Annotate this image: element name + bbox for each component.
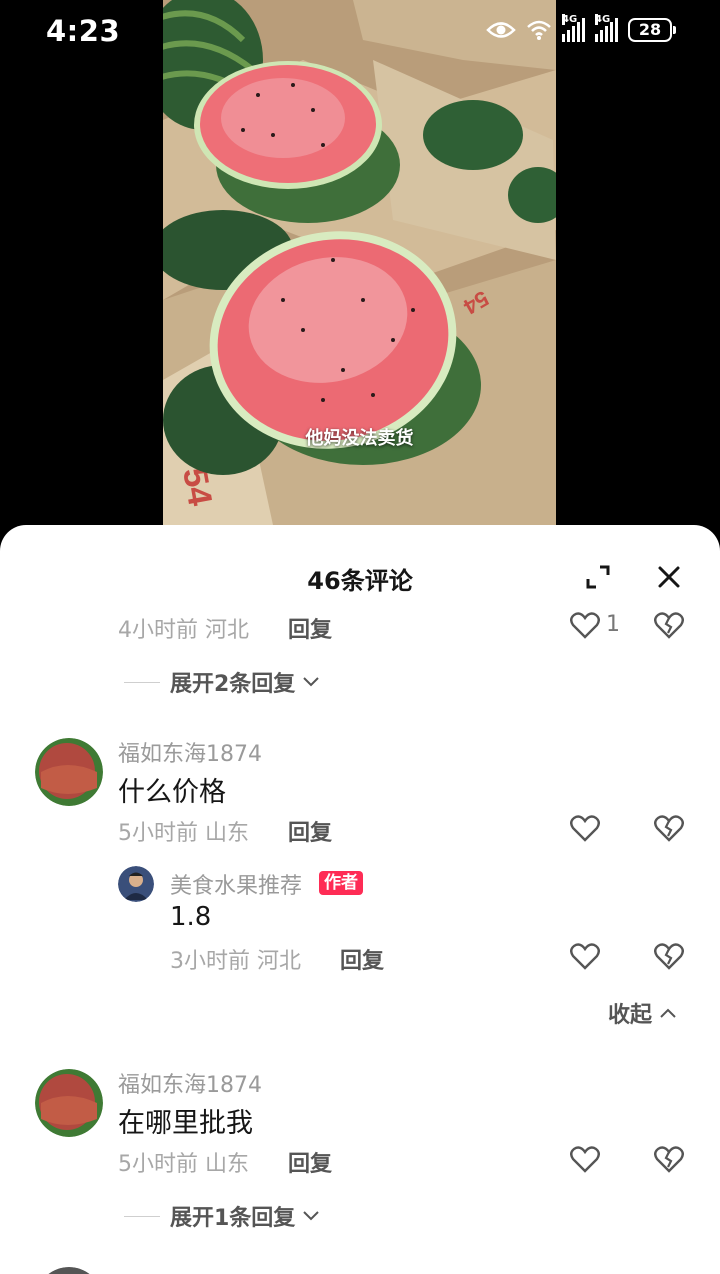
like-count: 1 (606, 612, 620, 637)
reply-button[interactable]: 回复 (288, 815, 332, 847)
dislike-broken-heart-icon[interactable] (654, 1145, 684, 1173)
chevron-down-icon (303, 677, 320, 687)
expand-replies-label: 展开1条回复 (170, 1206, 296, 1231)
comment-text: 什么价格 (118, 777, 226, 808)
comment-text: 在哪里批我 (118, 1108, 253, 1139)
expand-replies-label: 展开2条回复 (170, 672, 296, 697)
wifi-icon (527, 20, 551, 40)
dislike-broken-heart-icon[interactable] (654, 942, 684, 970)
reply-username[interactable]: 美食水果推荐 (170, 868, 302, 900)
author-avatar[interactable] (118, 866, 154, 902)
signal-icon-1: 4G (562, 14, 585, 42)
like-heart-icon[interactable] (570, 942, 600, 970)
like-heart-icon[interactable] (570, 814, 600, 842)
status-time: 4:23 (46, 14, 121, 48)
reply-button[interactable]: 回复 (288, 1146, 332, 1178)
comment-time-location: 4小时前 河北 (118, 618, 249, 643)
status-bar: 4:23 4G 4G 28 (0, 0, 720, 66)
dislike-broken-heart-icon[interactable] (654, 611, 684, 639)
like-heart-icon[interactable] (570, 1145, 600, 1173)
chevron-up-icon (660, 1008, 676, 1018)
reply-button[interactable]: 回复 (340, 943, 384, 975)
like-heart-icon[interactable] (570, 611, 600, 639)
expand-replies-button[interactable]: 展开2条回复 (124, 666, 320, 698)
video-caption: 他妈没法卖货 (305, 428, 414, 449)
reply-button[interactable]: 回复 (288, 612, 332, 644)
signal-icon-2: 4G (595, 14, 618, 42)
video-player[interactable]: 54 54 他妈没法卖货 (163, 0, 556, 525)
comment-username[interactable]: 福如东海1874 (118, 736, 262, 768)
comments-count-title: 46条评论 (307, 567, 413, 595)
chevron-down-icon (303, 1211, 320, 1221)
comment-username[interactable]: 福如东海1874 (118, 1067, 262, 1099)
collapse-label: 收起 (608, 1003, 653, 1028)
avatar[interactable] (35, 738, 103, 806)
comment-time-location: 5小时前 山东 (118, 1152, 249, 1177)
author-badge: 作者 (319, 871, 363, 895)
battery-indicator: 28 (628, 18, 676, 42)
divider-line (124, 1215, 160, 1217)
collapse-replies-button[interactable]: 收起 (608, 997, 676, 1029)
reply-text: 1.8 (170, 902, 212, 932)
divider-line (124, 681, 160, 683)
reply-time-location: 3小时前 河北 (170, 949, 301, 974)
dislike-broken-heart-icon[interactable] (654, 814, 684, 842)
expand-replies-button[interactable]: 展开1条回复 (124, 1200, 320, 1232)
fullscreen-icon[interactable] (586, 565, 610, 589)
comment-time-location: 5小时前 山东 (118, 821, 249, 846)
avatar[interactable] (35, 1267, 103, 1274)
close-icon[interactable] (656, 564, 682, 590)
eye-icon (486, 22, 516, 38)
avatar[interactable] (35, 1069, 103, 1137)
status-icons: 4G 4G 28 (486, 14, 676, 42)
comments-panel: 46条评论 4小时前 河北 回复 1 展开2条回复 福如东海1874 什么价格 … (0, 525, 720, 1274)
